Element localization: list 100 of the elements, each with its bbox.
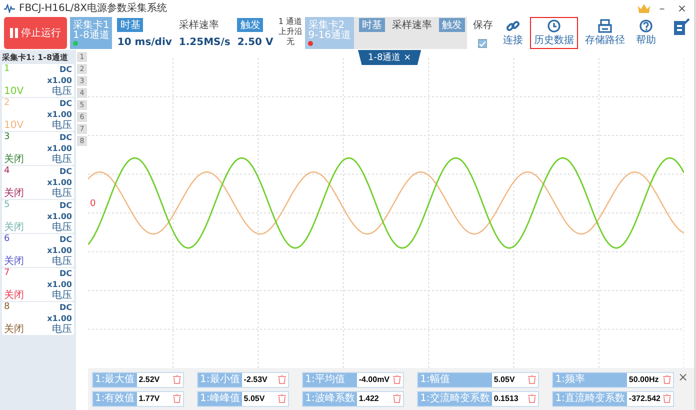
type-label: 电压 [51, 120, 72, 131]
scale-label: x1.00 [47, 211, 72, 222]
trigger-value[interactable]: 2.50 V [237, 37, 274, 48]
range-label: 关闭 [4, 154, 25, 165]
coupling-label: DC [58, 64, 72, 75]
scale-label: x1.00 [47, 279, 72, 290]
type-label: 电压 [51, 86, 72, 97]
sample-rate-value[interactable]: 1.25MS/s [178, 37, 230, 48]
tray-icon [598, 19, 612, 33]
measurement-label: 1:交流畸变系数 [418, 392, 492, 406]
type-label: 电压 [51, 256, 72, 267]
scale-label: x1.00 [47, 75, 72, 86]
coupling-label: DC [58, 166, 72, 177]
scale-label: x1.00 [47, 245, 72, 256]
coupling-label: DC [58, 234, 72, 245]
measurement-label: 1:最大值 [93, 372, 137, 386]
close-button[interactable]: × [674, 2, 690, 14]
plot-tab[interactable]: 1-8通道 × [358, 50, 422, 65]
channel-card[interactable]: 3 DC x1.00 关闭 电压 [2, 132, 74, 165]
range-label: 10V [4, 86, 25, 97]
toolbar-button[interactable]: 连接 [498, 17, 527, 49]
channel-number: 6 [4, 234, 11, 246]
measurement-value: -372.542 [628, 394, 662, 403]
toolbar-button[interactable]: 帮助 [632, 17, 660, 49]
coupling-label: DC [58, 200, 72, 211]
window-title: FBCJ-H16L/8X电源参数采集系统 [19, 2, 168, 15]
crown-icon [638, 4, 650, 12]
scale-label: x1.00 [47, 313, 72, 324]
stop-button[interactable]: 停止运行 [4, 17, 67, 49]
close-button[interactable]: × [676, 368, 690, 386]
measurement-value: 1.422 [358, 394, 380, 403]
channel-card[interactable]: 5 DC x1.00 关闭 电压 [2, 200, 74, 233]
measurement-label: 1:波峰系数 [303, 392, 357, 406]
toolbar-button[interactable]: 存储路径 [580, 17, 629, 49]
trigger-info: 1 通道 [278, 17, 302, 27]
measurement-label: 1:频率 [553, 372, 627, 386]
measurement-label: 1:直流畸变系数 [553, 392, 627, 406]
channel-number: 5 [4, 200, 11, 212]
trigger-label: 触发 [438, 18, 465, 32]
trigger-info: 无 [286, 37, 294, 47]
channel-number: 2 [4, 98, 11, 110]
trash-icon[interactable] [392, 394, 401, 403]
channel-number: 8 [4, 302, 11, 314]
trigger-info: 上升沿 [278, 27, 302, 37]
channel-number: 1 [4, 64, 11, 76]
timebase-label: 时基 [117, 18, 144, 32]
measurement-label: 1:幅值 [418, 372, 492, 386]
coupling-label: DC [58, 132, 72, 143]
measurement-label: 1:平均值 [303, 372, 357, 386]
trigger-label: 触发 [237, 18, 264, 32]
save-label: 保存 [472, 19, 493, 32]
edit-document-icon[interactable] [672, 17, 690, 37]
measurement-value: -4.00mV [358, 375, 391, 384]
measurement-label: 1:峰峰值 [198, 392, 242, 406]
measurement-label: 1:最小值 [198, 372, 242, 386]
waveform-logo-icon [4, 4, 15, 12]
type-label: 电压 [51, 188, 72, 199]
type-label: 电压 [51, 324, 72, 335]
trash-icon[interactable] [662, 394, 671, 403]
channel-card[interactable]: 2 DC x1.00 10V 电压 [2, 98, 74, 131]
trash-icon[interactable] [528, 394, 536, 403]
measurement-value: 5.05V [242, 394, 266, 403]
measurement-value: 5.05V [492, 375, 516, 384]
trash-icon[interactable] [662, 375, 671, 384]
link-icon [506, 19, 520, 33]
trash-icon[interactable] [278, 375, 286, 384]
trash-icon[interactable] [392, 375, 401, 384]
minimize-button[interactable]: – [654, 2, 670, 14]
trash-icon[interactable] [172, 375, 181, 384]
type-label: 电压 [51, 154, 72, 165]
timebase-value[interactable]: 10 ms/div [117, 37, 172, 48]
channel-card[interactable]: 8 DC x1.00 关闭 电压 [2, 302, 74, 335]
measurement-value: -2.53V [242, 375, 268, 384]
help-icon [638, 19, 653, 33]
measurement-label: 1:有效值 [93, 392, 137, 406]
history-icon [546, 19, 561, 33]
measurement-value: 0.1513 [492, 394, 520, 403]
coupling-label: DC [58, 302, 72, 313]
save-checkbox[interactable] [478, 39, 488, 48]
channel-card[interactable]: 6 DC x1.00 关闭 电压 [2, 234, 74, 267]
trash-icon[interactable] [278, 394, 286, 403]
measurement-value: 1.77V [138, 394, 161, 403]
measurement-value: 2.52V [138, 375, 161, 384]
channel-card[interactable]: 7 DC x1.00 关闭 电压 [2, 268, 74, 301]
channel-number: 4 [4, 166, 11, 178]
channel-number: 7 [4, 268, 11, 280]
measurement-value: 50.00Hz [628, 375, 660, 384]
sample-rate-label: 采样速率 [178, 18, 219, 32]
coupling-label: DC [58, 98, 72, 109]
scale-label: x1.00 [47, 143, 72, 154]
zero-marker: 0 [90, 199, 96, 209]
trash-icon[interactable] [172, 394, 181, 403]
channel-card[interactable]: 4 DC x1.00 关闭 电压 [2, 166, 74, 199]
range-label: 10V [4, 120, 25, 131]
trash-icon[interactable] [528, 375, 536, 384]
pause-icon [10, 28, 18, 38]
panel-title: 采集卡1: 1-8通道 [2, 52, 70, 63]
toolbar-button[interactable]: 历史数据 [530, 17, 578, 49]
coupling-label: DC [58, 268, 72, 279]
channel-card[interactable]: 1 DC x1.00 10V 电压 [2, 64, 74, 97]
